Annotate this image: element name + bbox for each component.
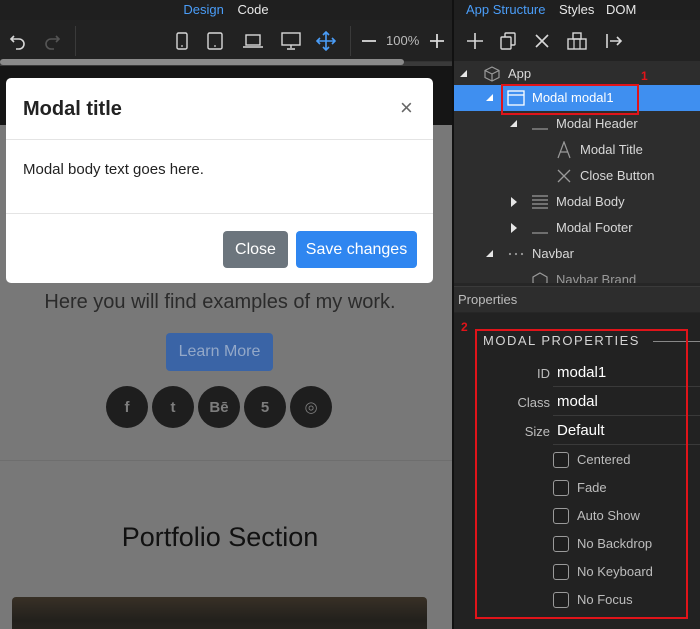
tree-item-modal-title[interactable]: Modal Title	[454, 137, 700, 163]
learn-more-button[interactable]: Learn More	[166, 333, 273, 371]
structure-toolbar	[454, 20, 700, 62]
modal-title: Modal title	[23, 98, 122, 120]
desktop-view-icon[interactable]	[278, 20, 304, 62]
design-area: Design Code 100% Here you will find exam…	[0, 0, 452, 629]
dribbble-icon[interactable]: ◎	[290, 386, 332, 428]
zoom-level: 100%	[386, 33, 420, 48]
duplicate-icon[interactable]	[497, 20, 519, 62]
500px-icon[interactable]: 5	[244, 386, 286, 428]
delete-icon[interactable]	[531, 20, 553, 62]
ellipsis-icon	[507, 245, 525, 263]
properties-header: Properties	[454, 286, 700, 312]
caret-right-icon[interactable]	[510, 197, 518, 207]
annotation-label-1: 1	[641, 69, 648, 83]
zoom-out-icon[interactable]	[358, 20, 380, 62]
tree-item-navbar-brand[interactable]: Navbar Brand	[454, 267, 700, 283]
tree-item-label: Modal Title	[580, 142, 643, 157]
twitter-icon[interactable]: t	[152, 386, 194, 428]
modal-body-text: Modal body text goes here.	[23, 161, 204, 178]
tree-item-label: Close Button	[580, 168, 655, 183]
footer-block-icon	[531, 219, 549, 237]
close-button[interactable]: Close	[223, 231, 288, 268]
caret-down-icon[interactable]	[459, 69, 468, 78]
facebook-icon[interactable]: f	[106, 386, 148, 428]
view-tabs: Design Code	[0, 0, 452, 20]
design-toolbar: 100%	[0, 20, 452, 62]
tab-design[interactable]: Design	[183, 2, 223, 17]
behance-icon[interactable]: Bē	[198, 386, 240, 428]
tablet-view-icon[interactable]	[204, 20, 226, 62]
annotation-label-2: 2	[461, 320, 468, 334]
tree-item-close-button[interactable]: Close Button	[454, 163, 700, 189]
undo-icon[interactable]	[4, 20, 32, 62]
panel-tabs: App Structure Styles DOM	[454, 0, 700, 20]
laptop-view-icon[interactable]	[240, 20, 266, 62]
annotation-box-1	[501, 84, 639, 115]
portfolio-title: Portfolio Section	[121, 522, 319, 552]
tree-item-label: Modal Body	[556, 194, 625, 209]
tree-item-label: Navbar	[532, 246, 574, 261]
zoom-in-icon[interactable]	[426, 20, 448, 62]
section-divider	[0, 460, 452, 461]
brand-icon	[531, 271, 549, 283]
tab-styles[interactable]: Styles	[559, 0, 594, 20]
caret-down-icon[interactable]	[485, 249, 494, 258]
add-icon[interactable]	[464, 20, 486, 62]
tree-item-modal-body[interactable]: Modal Body	[454, 189, 700, 215]
header-block-icon	[531, 115, 549, 133]
save-changes-button[interactable]: Save changes	[296, 231, 417, 268]
tab-code[interactable]: Code	[238, 2, 269, 17]
tab-app-structure[interactable]: App Structure	[466, 0, 546, 20]
tree-item-navbar[interactable]: Navbar	[454, 241, 700, 267]
body-block-icon	[531, 193, 549, 211]
tree-item-label: Modal Footer	[556, 220, 633, 235]
cube-icon	[483, 65, 501, 83]
close-icon[interactable]: ×	[400, 95, 413, 121]
portfolio-image	[12, 597, 427, 629]
move-icon[interactable]	[314, 20, 338, 62]
annotation-box-2	[475, 329, 688, 619]
hero-text: Here you will find examples of my work.	[44, 291, 396, 313]
text-icon	[555, 141, 573, 159]
tree-item-modal-footer[interactable]: Modal Footer	[454, 215, 700, 241]
modal-footer: Close Save changes	[6, 213, 433, 283]
close-icon	[555, 167, 573, 185]
redo-icon[interactable]	[38, 20, 66, 62]
modal-dialog: Modal title × Modal body text goes here.…	[6, 78, 433, 283]
component-icon[interactable]	[564, 20, 590, 62]
tab-dom[interactable]: DOM	[606, 0, 636, 20]
export-icon[interactable]	[602, 20, 626, 62]
phone-view-icon[interactable]	[172, 20, 192, 62]
horizontal-scrollbar[interactable]	[0, 59, 404, 65]
caret-down-icon[interactable]	[485, 93, 494, 102]
caret-right-icon[interactable]	[510, 223, 518, 233]
modal-header: Modal title ×	[6, 78, 433, 140]
caret-down-icon[interactable]	[509, 119, 518, 128]
tree-item-label: Navbar Brand	[556, 272, 637, 283]
